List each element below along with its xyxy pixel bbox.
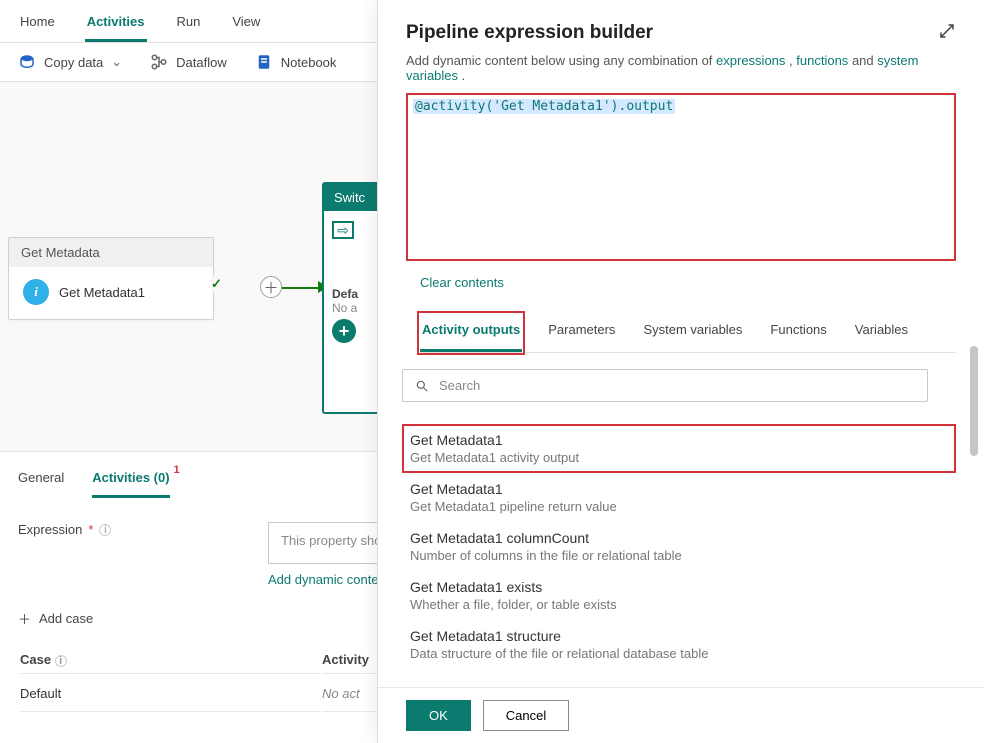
tab-variables[interactable]: Variables xyxy=(853,314,910,352)
tab-run[interactable]: Run xyxy=(175,8,203,42)
success-connector xyxy=(282,287,322,289)
notebook-icon xyxy=(255,53,273,71)
tab-parameters[interactable]: Parameters xyxy=(546,314,617,352)
output-item-title: Get Metadata1 structure xyxy=(410,628,956,644)
expression-content: @activity('Get Metadata1').output xyxy=(413,99,675,114)
outputs-scroll-area[interactable]: Search Get Metadata1 Get Metadata1 activ… xyxy=(378,353,978,687)
ok-button[interactable]: OK xyxy=(406,700,471,731)
required-asterisk: * xyxy=(88,522,93,537)
info-icon: i xyxy=(23,279,49,305)
activity-output-item[interactable]: Get Metadata1 columnCount Number of colu… xyxy=(402,522,956,571)
output-item-title: Get Metadata1 columnCount xyxy=(410,530,956,546)
tab-activities-label: Activities (0) xyxy=(92,470,169,485)
switch-node-header: Switc xyxy=(324,184,380,211)
clear-contents-link[interactable]: Clear contents xyxy=(378,261,984,290)
copy-data-icon xyxy=(18,53,36,71)
plus-icon: ＋ xyxy=(18,609,31,628)
dataflow-icon xyxy=(150,53,168,71)
tab-activities[interactable]: Activities xyxy=(85,8,147,42)
switch-default-label: Defa xyxy=(332,287,372,301)
activity-output-item[interactable]: Get Metadata1 Get Metadata1 pipeline ret… xyxy=(402,473,956,522)
functions-link[interactable]: functions xyxy=(796,53,848,68)
tab-general[interactable]: General xyxy=(18,462,64,498)
info-icon[interactable]: i xyxy=(55,655,67,667)
activity-output-item[interactable]: Get Metadata1 exists Whether a file, fol… xyxy=(402,571,956,620)
notebook-button[interactable]: Notebook xyxy=(255,53,337,71)
flyout-description: Add dynamic content below using any comb… xyxy=(378,53,984,93)
expressions-link[interactable]: expressions xyxy=(716,53,785,68)
tab-activity-outputs[interactable]: Activity outputs xyxy=(420,314,522,352)
tab-activities-prop[interactable]: Activities (0) 1 xyxy=(92,462,169,498)
copy-data-label: Copy data xyxy=(44,55,103,70)
activity-output-item[interactable]: Get Metadata1 Get Metadata1 activity out… xyxy=(402,424,956,473)
flyout-title: Pipeline expression builder xyxy=(406,22,653,44)
tab-system-variables[interactable]: System variables xyxy=(641,314,744,352)
notebook-label: Notebook xyxy=(281,55,337,70)
get-metadata-node[interactable]: Get Metadata i Get Metadata1 ✓ xyxy=(8,237,214,320)
switch-icon: ⇨ xyxy=(332,221,354,239)
output-item-title: Get Metadata1 exists xyxy=(410,579,956,595)
add-case-label: Add case xyxy=(39,611,93,626)
search-icon xyxy=(415,379,429,393)
expand-icon[interactable] xyxy=(938,22,956,45)
tab-home[interactable]: Home xyxy=(18,8,57,42)
copy-data-button[interactable]: Copy data ⌄ xyxy=(18,53,122,71)
desc-text: . xyxy=(462,68,466,83)
output-item-desc: Whether a file, folder, or table exists xyxy=(410,597,956,612)
expression-textarea[interactable]: @activity('Get Metadata1').output xyxy=(406,93,956,261)
output-item-desc: Get Metadata1 pipeline return value xyxy=(410,499,956,514)
tab-view[interactable]: View xyxy=(230,8,262,42)
output-item-desc: Get Metadata1 activity output xyxy=(410,450,948,465)
info-icon[interactable]: i xyxy=(99,524,111,536)
switch-add-icon[interactable]: + xyxy=(332,319,356,343)
desc-text: and xyxy=(852,53,877,68)
check-icon: ✓ xyxy=(211,276,227,292)
output-item-desc: Number of columns in the file or relatio… xyxy=(410,548,956,563)
dataflow-label: Dataflow xyxy=(176,55,227,70)
expression-label-text: Expression xyxy=(18,522,82,537)
expression-builder-flyout: Pipeline expression builder Add dynamic … xyxy=(377,0,984,743)
scrollbar-thumb[interactable] xyxy=(970,346,978,456)
output-item-title: Get Metadata1 xyxy=(410,432,948,448)
case-col-header: Case xyxy=(20,652,51,667)
flyout-footer: OK Cancel xyxy=(378,687,984,743)
search-input[interactable]: Search xyxy=(402,369,928,402)
dataflow-button[interactable]: Dataflow xyxy=(150,53,227,71)
output-item-desc: Data structure of the file or relational… xyxy=(410,646,956,661)
output-item-title: Get Metadata1 xyxy=(410,481,956,497)
switch-node[interactable]: Switc ⇨ Defa No a + xyxy=(322,182,382,414)
tab-functions[interactable]: Functions xyxy=(768,314,828,352)
activity-output-item[interactable]: Get Metadata1 structure Data structure o… xyxy=(402,620,956,669)
switch-default-sub: No a xyxy=(332,301,372,315)
scrollbar[interactable] xyxy=(970,346,980,646)
get-metadata-node-label: Get Metadata1 xyxy=(59,285,145,300)
expression-label: Expression * i xyxy=(18,522,268,537)
add-connector-button[interactable]: ＋ xyxy=(260,276,282,298)
get-metadata-node-header: Get Metadata xyxy=(9,238,213,267)
case-cell: Default xyxy=(20,676,320,712)
desc-text: Add dynamic content below using any comb… xyxy=(406,53,716,68)
cancel-button[interactable]: Cancel xyxy=(483,700,569,731)
chevron-down-icon: ⌄ xyxy=(111,54,122,70)
builder-tab-bar: Activity outputs Parameters System varia… xyxy=(420,314,956,353)
search-placeholder: Search xyxy=(439,378,480,393)
error-badge: 1 xyxy=(173,464,179,476)
